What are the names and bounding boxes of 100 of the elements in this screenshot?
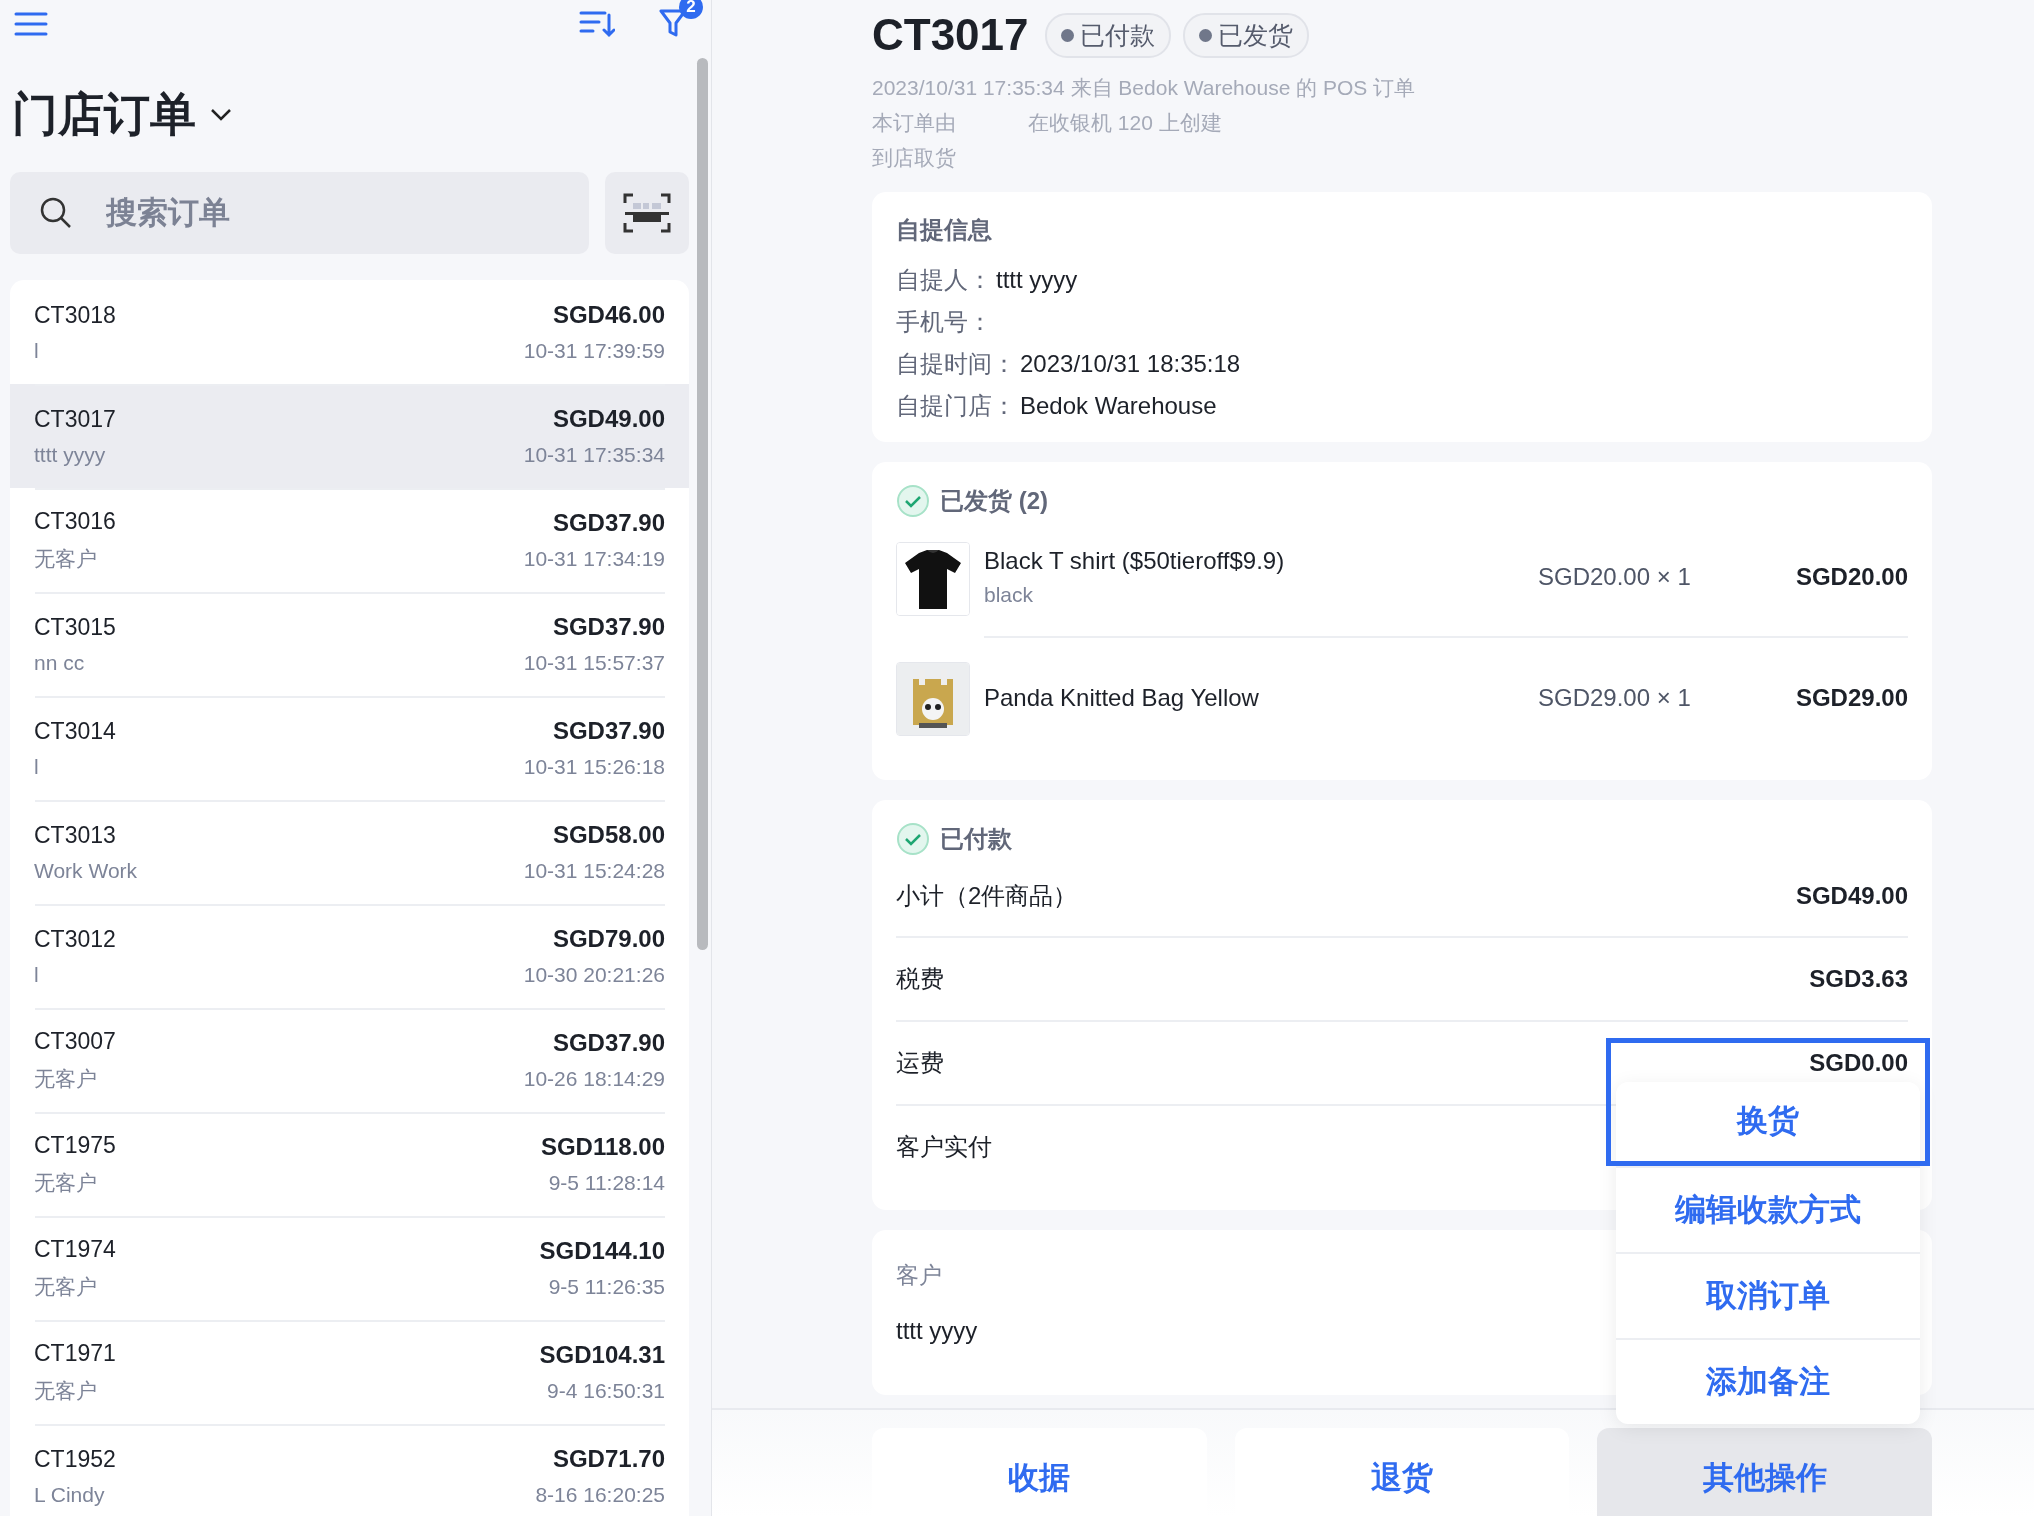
status-badge: 已发货 bbox=[1182, 12, 1309, 58]
order-time: 10-31 15:24:28 bbox=[523, 859, 665, 883]
menu-item[interactable]: 编辑收款方式 bbox=[1616, 1166, 1920, 1252]
order-row[interactable]: CT3015 nn cc SGD37.90 10-31 15:57:37 bbox=[10, 592, 689, 696]
sort-icon[interactable] bbox=[579, 9, 615, 39]
order-amount: SGD37.90 bbox=[552, 613, 665, 641]
order-number: CT1975 bbox=[34, 1131, 116, 1159]
unit-price: SGD29.00 × 1 bbox=[1538, 684, 1692, 712]
field-value: Bedok Warehouse bbox=[1020, 392, 1217, 420]
customer-name: l bbox=[34, 338, 40, 363]
search-field[interactable]: 搜索订单 bbox=[10, 172, 589, 254]
order-row[interactable]: CT3013 Work Work SGD58.00 10-31 15:24:28 bbox=[10, 800, 689, 904]
summary-label: 客户实付 bbox=[896, 1132, 992, 1162]
field-label: 自提时间： bbox=[896, 349, 1016, 379]
card-title: 自提信息 bbox=[896, 215, 992, 245]
product-name: Panda Knitted Bag Yellow bbox=[984, 684, 1260, 712]
order-row[interactable]: CT1971 无客户 SGD104.31 9-4 16:50:31 bbox=[10, 1320, 689, 1424]
line-total: SGD29.00 bbox=[1794, 684, 1908, 712]
order-meta-text: 在收银机 120 上创建 bbox=[1028, 110, 1222, 136]
field-value: tttt yyyy bbox=[996, 266, 1078, 294]
order-time: 10-30 20:21:26 bbox=[523, 963, 665, 987]
field-label: 手机号： bbox=[896, 307, 992, 337]
summary-value: SGD3.63 bbox=[1809, 965, 1908, 993]
order-time: 10-26 18:14:29 bbox=[523, 1067, 665, 1091]
card-title: 已付款 bbox=[940, 824, 1012, 854]
order-meta-text: 2023/10/31 17:35:34 来自 Bedok Warehouse 的 POS 订单 bbox=[872, 75, 1417, 101]
customer-name: 无客户 bbox=[34, 545, 98, 572]
order-amount: SGD46.00 bbox=[552, 301, 665, 329]
product-variant: black bbox=[984, 583, 1035, 607]
barcode-scan-button[interactable] bbox=[605, 172, 689, 254]
summary-label: 小计（2件商品） bbox=[896, 881, 1078, 911]
menu-item[interactable]: 添加备注 bbox=[1616, 1338, 1920, 1424]
scrollbar[interactable] bbox=[697, 58, 708, 950]
customer-name: L Cindy bbox=[34, 1482, 106, 1507]
order-row[interactable]: CT1952 L Cindy SGD71.70 8-16 16:20:25 bbox=[10, 1424, 689, 1516]
order-row[interactable]: CT3018 l SGD46.00 10-31 17:39:59 bbox=[10, 280, 689, 384]
order-row[interactable]: CT3016 无客户 SGD37.90 10-31 17:34:19 bbox=[10, 488, 689, 592]
order-number: CT1971 bbox=[34, 1339, 116, 1367]
status-badge: 已付款 bbox=[1044, 12, 1171, 58]
delivery-method: 到店取货 bbox=[872, 145, 957, 171]
page-title: 门店订单 bbox=[12, 87, 196, 142]
order-row[interactable]: CT3014 l SGD37.90 10-31 15:26:18 bbox=[10, 696, 689, 800]
order-amount: SGD58.00 bbox=[552, 821, 665, 849]
menu-icon[interactable] bbox=[14, 11, 48, 37]
summary-label: 税费 bbox=[896, 964, 944, 994]
customer-name: 无客户 bbox=[34, 1273, 98, 1300]
order-time: 10-31 17:34:19 bbox=[523, 547, 665, 571]
order-time: 10-31 17:35:34 bbox=[523, 443, 665, 467]
menu-item[interactable]: 取消订单 bbox=[1616, 1252, 1920, 1338]
chevron-down-icon[interactable] bbox=[210, 108, 232, 122]
order-number: CT3017 bbox=[34, 405, 116, 433]
order-number: CT3015 bbox=[34, 613, 116, 641]
field-value: 2023/10/31 18:35:18 bbox=[1020, 350, 1241, 378]
order-amount: SGD118.00 bbox=[540, 1133, 665, 1161]
order-number: CT3012 bbox=[34, 925, 116, 953]
barcode-scan-icon bbox=[623, 193, 671, 233]
order-time: 9-5 11:28:14 bbox=[548, 1171, 665, 1195]
order-amount: SGD37.90 bbox=[552, 509, 665, 537]
order-number: CT1952 bbox=[34, 1445, 116, 1473]
customer-name: 无客户 bbox=[34, 1377, 98, 1404]
order-number: CT3013 bbox=[34, 821, 117, 849]
customer-name: 无客户 bbox=[34, 1169, 98, 1196]
summary-value: SGD49.00 bbox=[1795, 882, 1908, 910]
order-row[interactable]: CT3012 l SGD79.00 10-30 20:21:26 bbox=[10, 904, 689, 1008]
order-title: CT3017 bbox=[872, 10, 1029, 60]
check-circle-icon bbox=[896, 822, 930, 856]
customer-name: tttt yyyy bbox=[896, 1317, 978, 1345]
line-total: SGD20.00 bbox=[1794, 563, 1908, 591]
order-amount: SGD104.31 bbox=[539, 1341, 665, 1369]
check-circle-icon bbox=[896, 484, 930, 518]
order-time: 8-16 16:20:25 bbox=[535, 1483, 665, 1507]
action-button[interactable]: 其他操作 bbox=[1597, 1428, 1932, 1516]
order-row[interactable]: CT1974 无客户 SGD144.10 9-5 11:26:35 bbox=[10, 1216, 689, 1320]
product-name: Black T shirt ($50tieroff$9.9) bbox=[984, 547, 1286, 575]
customer-name: Work Work bbox=[34, 858, 138, 883]
order-amount: SGD144.10 bbox=[539, 1237, 665, 1265]
order-row[interactable]: CT1975 无客户 SGD118.00 9-5 11:28:14 bbox=[10, 1112, 689, 1216]
card-title: 已发货 (2) bbox=[940, 486, 1048, 516]
order-row[interactable]: CT3007 无客户 SGD37.90 10-26 18:14:29 bbox=[10, 1008, 689, 1112]
order-amount: SGD49.00 bbox=[552, 405, 665, 433]
order-number: CT3018 bbox=[34, 301, 116, 329]
order-time: 9-4 16:50:31 bbox=[547, 1379, 665, 1403]
customer-name: l bbox=[34, 962, 40, 987]
summary-value: SGD0.00 bbox=[1809, 1049, 1908, 1077]
order-time: 9-5 11:26:35 bbox=[548, 1275, 665, 1299]
order-time: 10-31 15:26:18 bbox=[523, 755, 665, 779]
customer-name: 无客户 bbox=[34, 1065, 98, 1092]
card-title: 客户 bbox=[896, 1261, 942, 1290]
order-number: CT3016 bbox=[34, 507, 116, 535]
order-amount: SGD71.70 bbox=[552, 1445, 665, 1473]
unit-price: SGD20.00 × 1 bbox=[1538, 563, 1692, 591]
field-label: 自提人： bbox=[896, 265, 992, 295]
order-number: CT1974 bbox=[34, 1235, 116, 1263]
order-time: 10-31 15:57:37 bbox=[523, 651, 665, 675]
order-amount: SGD37.90 bbox=[552, 717, 665, 745]
order-row[interactable]: CT3017 tttt yyyy SGD49.00 10-31 17:35:34 bbox=[10, 384, 689, 488]
customer-name: tttt yyyy bbox=[34, 442, 107, 467]
filter-count-badge: 2 bbox=[679, 0, 703, 19]
order-number: CT3007 bbox=[34, 1027, 116, 1055]
order-time: 10-31 17:39:59 bbox=[523, 339, 665, 363]
